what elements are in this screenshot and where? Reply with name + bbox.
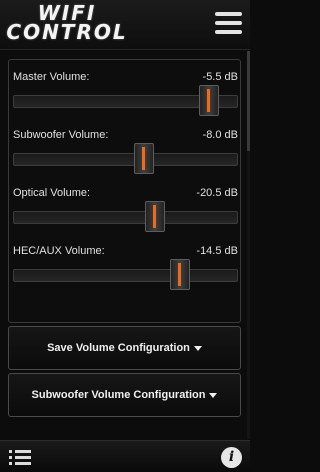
optical-volume-value: -20.5 dB	[196, 187, 238, 199]
save-volume-config-button[interactable]: Save Volume Configuration	[8, 326, 241, 370]
hec-aux-volume-label: HEC/AUX Volume:	[13, 245, 105, 257]
master-volume-label: Master Volume:	[13, 71, 90, 83]
subwoofer-volume-config-label: Subwoofer Volume Configuration	[31, 389, 206, 401]
save-volume-config-label: Save Volume Configuration	[47, 342, 190, 354]
logo-line-2: CONTROL	[6, 20, 128, 44]
list-icon[interactable]	[9, 450, 31, 466]
app-logo: WIFI CONTROL	[3, 3, 131, 44]
optical-volume-slider-thumb[interactable]	[144, 201, 165, 232]
caret-down-icon	[193, 345, 202, 351]
hamburger-menu-icon[interactable]	[215, 12, 242, 34]
scroll-content[interactable]: Master Volume: -5.5 dB Subwoofer Volume:…	[0, 51, 250, 439]
subwoofer-volume-slider[interactable]	[13, 153, 238, 166]
caret-down-icon	[209, 392, 218, 398]
info-icon[interactable]: i	[221, 447, 242, 468]
hec-aux-volume-slider[interactable]	[13, 269, 238, 282]
scrollbar-thumb[interactable]	[247, 51, 250, 151]
hec-aux-volume-value: -14.5 dB	[196, 245, 238, 257]
subwoofer-volume-config-button[interactable]: Subwoofer Volume Configuration	[8, 373, 241, 417]
master-volume-row: Master Volume: -5.5 dB	[13, 71, 238, 128]
optical-volume-row: Optical Volume: -20.5 dB	[13, 187, 238, 244]
master-volume-slider-thumb[interactable]	[198, 85, 219, 116]
subwoofer-volume-row: Subwoofer Volume: -8.0 dB	[13, 129, 238, 186]
optical-volume-slider[interactable]	[13, 211, 238, 224]
optical-volume-label: Optical Volume:	[13, 187, 91, 199]
master-volume-value: -5.5 dB	[202, 71, 238, 83]
subwoofer-volume-label: Subwoofer Volume:	[13, 129, 109, 141]
hec-aux-volume-slider-thumb[interactable]	[169, 259, 190, 290]
app-header: WIFI CONTROL	[0, 0, 250, 50]
hec-aux-volume-row: HEC/AUX Volume: -14.5 dB	[13, 245, 238, 302]
subwoofer-volume-value: -8.0 dB	[202, 129, 238, 141]
volume-panel: Master Volume: -5.5 dB Subwoofer Volume:…	[8, 59, 241, 323]
subwoofer-volume-slider-thumb[interactable]	[133, 143, 154, 174]
bottom-toolbar: i	[0, 440, 250, 472]
